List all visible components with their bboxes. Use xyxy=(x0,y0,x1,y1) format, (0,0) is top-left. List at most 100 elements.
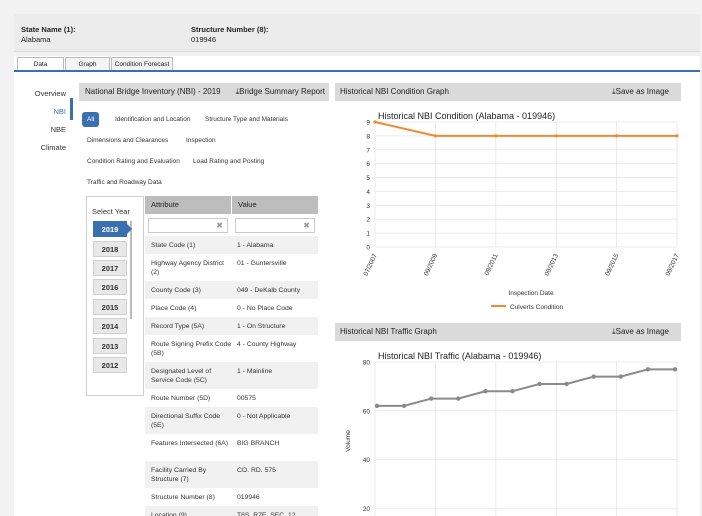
traffic-panel-title: Historical NBI Traffic Graph xyxy=(340,327,437,336)
page: State Name (1): Alabama Structure Number… xyxy=(0,0,702,516)
value-cell: 049 - DeKalb County xyxy=(237,286,301,294)
tab-underline xyxy=(14,70,700,72)
sidenav-item-climate[interactable]: Climate xyxy=(14,143,66,152)
save-traffic-image-button[interactable]: ⤓Save as Image xyxy=(612,323,669,341)
attribute-cell: Structure Number (8) xyxy=(151,493,215,501)
table-row: County Code (3) 049 - DeKalb County xyxy=(145,281,318,299)
value-filter-input[interactable]: ✖ xyxy=(235,218,315,233)
attribute-cell: Highway Agency District (2) xyxy=(151,259,224,276)
filter-inspection[interactable]: Inspection xyxy=(181,133,221,148)
filter-load-rating[interactable]: Load Rating and Posting xyxy=(188,154,269,169)
year-2013[interactable]: 2013 xyxy=(93,338,127,354)
chart-title: Historical NBI Traffic (Alabama - 019946… xyxy=(378,351,541,361)
year-2018[interactable]: 2018 xyxy=(93,241,127,257)
attribute-cell: Route Number (5D) xyxy=(151,394,211,402)
table-row: Structure Number (8) 019946 xyxy=(145,488,318,506)
attribute-cell: Record Type (5A) xyxy=(151,322,205,330)
y-tick-label: 2 xyxy=(366,217,370,224)
data-point xyxy=(483,389,488,394)
save-condition-image-button[interactable]: ⤓Save as Image xyxy=(612,83,669,101)
filter-traffic-roadway[interactable]: Traffic and Roadway Data xyxy=(82,175,167,190)
condition-chart: Historical NBI Condition (Alabama - 0199… xyxy=(363,111,681,311)
nbi-panel-header: National Bridge Inventory (NBI) - 2019 ⤓… xyxy=(79,83,329,101)
attribute-table: Attribute Value ✖ ✖ State Code (1) 1 - Al… xyxy=(145,196,318,516)
state-name-value: Alabama xyxy=(21,35,51,44)
data-point xyxy=(615,134,619,138)
value-cell: 1 - On Structure xyxy=(237,322,286,330)
value-cell: 019946 xyxy=(237,493,260,501)
x-tick-label: 09/2009 xyxy=(423,253,439,278)
attribute-cell: Directional Suffix Code (5E) xyxy=(151,412,221,429)
bridge-header: State Name (1): Alabama Structure Number… xyxy=(14,14,700,52)
value-cell: 0 - Not Applicable xyxy=(237,413,291,420)
year-2012[interactable]: 2012 xyxy=(93,357,127,373)
chart-title: Historical NBI Condition (Alabama - 0199… xyxy=(378,111,555,121)
attribute-cell: State Code (1) xyxy=(151,241,196,249)
traffic-chart: Historical NBI Traffic (Alabama - 019946… xyxy=(345,351,678,516)
y-tick-label: 20 xyxy=(363,506,371,513)
value-cell: 01 - Guntersville xyxy=(237,260,287,267)
attribute-cell: Features Intersected (6A) xyxy=(151,439,229,447)
filter-identification-location[interactable]: Identification and Location xyxy=(110,112,196,127)
year-2019[interactable]: 2019 xyxy=(93,221,127,237)
structure-number-value: 019946 xyxy=(191,35,217,44)
structure-number-label: Structure Number (8): xyxy=(191,25,269,34)
data-point xyxy=(510,389,515,394)
y-tick-label: 60 xyxy=(363,408,371,415)
table-row: Place Code (4) 0 - No Place Code xyxy=(145,299,318,317)
data-point xyxy=(554,134,558,138)
table-row: Directional Suffix Code (5E) 0 - Not Appl… xyxy=(145,407,318,434)
filter-structure-type[interactable]: Structure Type and Materials xyxy=(200,112,293,127)
value-cell: BIG BRANCH xyxy=(237,440,280,447)
table-row: Features Intersected (6A) BIG BRANCH xyxy=(145,434,318,461)
y-tick-label: 4 xyxy=(366,189,370,196)
table-row: Route Signing Prefix Code (5B) 4 - County… xyxy=(145,335,318,362)
tab-data[interactable]: Data xyxy=(17,57,64,71)
y-tick-label: 6 xyxy=(366,161,370,168)
clear-filter-icon[interactable]: ✖ xyxy=(303,221,310,230)
sidenav-item-nbe[interactable]: NBE xyxy=(14,125,66,134)
value-cell: 4 - County Highway xyxy=(237,341,297,348)
filter-dimensions[interactable]: Dimensions and Clearances xyxy=(82,133,173,148)
y-tick-label: 0 xyxy=(366,245,370,252)
year-2015[interactable]: 2015 xyxy=(93,299,127,315)
data-point xyxy=(433,134,437,138)
x-tick-label: 09/2017 xyxy=(665,253,681,278)
table-row: Highway Agency District (2) 01 - Guntersv… xyxy=(145,254,318,281)
y-tick-label: 5 xyxy=(366,175,370,182)
data-point xyxy=(537,381,542,387)
data-point xyxy=(675,134,679,138)
tab-graph[interactable]: Graph xyxy=(65,57,110,71)
data-point xyxy=(374,403,380,409)
y-tick-label: 40 xyxy=(363,457,371,464)
filter-all[interactable]: All xyxy=(82,112,100,127)
data-point xyxy=(494,134,498,138)
nbi-panel-title: National Bridge Inventory (NBI) - 2019 xyxy=(85,87,221,96)
tab-condition-forecast[interactable]: Condition Forecast xyxy=(111,57,173,71)
y-axis-label: Volume xyxy=(345,430,352,452)
data-point xyxy=(591,374,596,379)
value-cell: 00575 xyxy=(237,394,256,402)
sidenav-item-nbi[interactable]: NBI xyxy=(14,107,66,116)
year-2016[interactable]: 2016 xyxy=(93,279,127,295)
year-active-arrow xyxy=(127,224,132,234)
y-tick-label: 7 xyxy=(366,147,370,154)
culverts-condition-line xyxy=(374,121,677,137)
data-point xyxy=(672,367,678,372)
sidenav-active-indicator xyxy=(70,98,73,120)
filter-condition-rating[interactable]: Condition Rating and Evaluation xyxy=(82,154,185,169)
bridge-summary-report-button[interactable]: ⤓Bridge Summary Report xyxy=(236,83,325,101)
attribute-filter-input[interactable]: ✖ xyxy=(148,218,228,233)
data-point xyxy=(456,396,461,401)
data-point xyxy=(645,367,651,372)
x-tick-label: 09/2015 xyxy=(604,253,620,278)
year-2017[interactable]: 2017 xyxy=(93,260,127,276)
year-2014[interactable]: 2014 xyxy=(93,318,127,334)
x-axis-label: Inspection Date xyxy=(508,290,554,297)
sidenav-item-overview[interactable]: Overview xyxy=(14,89,66,98)
y-tick-label: 3 xyxy=(366,203,370,210)
condition-panel-title: Historical NBI Condition Graph xyxy=(340,87,449,96)
y-tick-label: 80 xyxy=(363,360,371,367)
clear-filter-icon[interactable]: ✖ xyxy=(216,221,223,230)
attribute-cell: Location (9) xyxy=(151,511,187,516)
